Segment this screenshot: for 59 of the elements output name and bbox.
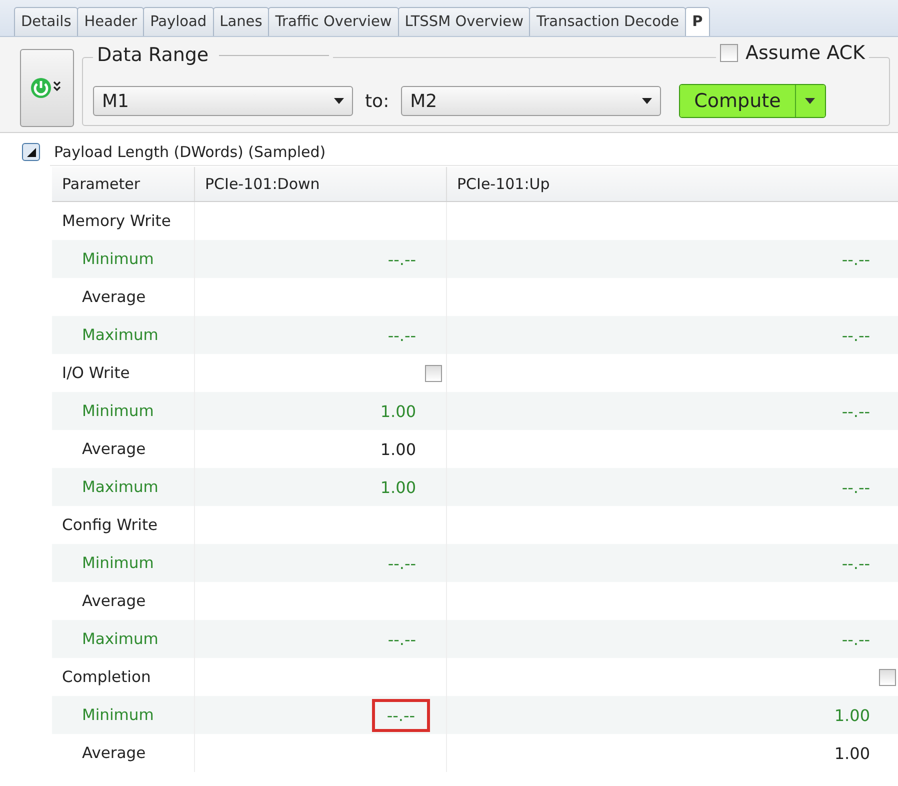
- tab[interactable]: Payload: [143, 7, 214, 36]
- column-header[interactable]: PCIe-101:Down: [194, 167, 446, 201]
- row-label: Average: [81, 440, 147, 458]
- row-label: Minimum: [81, 706, 155, 724]
- row-label: Maximum: [81, 326, 160, 344]
- table-cell: 1.00: [380, 440, 416, 458]
- column-header[interactable]: PCIe-101:Up: [446, 167, 898, 201]
- assume-ack-checkbox[interactable]: [720, 44, 738, 62]
- compute-button[interactable]: Compute: [680, 85, 795, 117]
- table-cell: --.--: [388, 326, 416, 344]
- row-checkbox[interactable]: [425, 364, 442, 382]
- caret-icon: [642, 98, 652, 104]
- table-cell: 1.00: [834, 744, 870, 762]
- tab[interactable]: LTSSM Overview: [398, 7, 530, 36]
- row-label: Maximum: [81, 630, 160, 648]
- table-cell: 1.00: [834, 706, 870, 724]
- row-label: Maximum: [81, 478, 160, 496]
- table-cell: --.--: [842, 554, 870, 572]
- tab[interactable]: Transaction Decode: [529, 7, 686, 36]
- row-label: Minimum: [81, 402, 155, 420]
- row-label: Config Write: [61, 516, 159, 534]
- data-range-label: Data Range: [97, 44, 209, 66]
- row-label: Average: [81, 744, 147, 762]
- power-button[interactable]: [20, 49, 74, 127]
- caret-icon: [805, 98, 816, 104]
- row-label: Average: [81, 288, 147, 306]
- caret-icon: [334, 98, 344, 104]
- tab[interactable]: Details: [14, 7, 78, 36]
- table-cell: --.--: [842, 630, 870, 648]
- row-label: Memory Write: [61, 212, 172, 230]
- table-cell: --.--: [842, 402, 870, 420]
- row-label: Completion: [61, 668, 152, 686]
- table-cell: --.--: [842, 326, 870, 344]
- table-cell: --.--: [372, 698, 430, 732]
- tab[interactable]: Lanes: [212, 7, 270, 36]
- triangle-icon: [26, 148, 36, 156]
- row-label: Minimum: [81, 554, 155, 572]
- assume-ack-label: Assume ACK: [746, 42, 865, 64]
- to-dropdown[interactable]: M2: [401, 86, 662, 116]
- tab[interactable]: Traffic Overview: [268, 7, 399, 36]
- table-cell: --.--: [842, 250, 870, 268]
- compute-menu-button[interactable]: [794, 85, 825, 117]
- row-label: Average: [81, 592, 147, 610]
- collapse-toggle[interactable]: [22, 143, 40, 161]
- row-checkbox[interactable]: [879, 668, 896, 686]
- to-label: to:: [365, 90, 390, 112]
- row-label: I/O Write: [61, 364, 131, 382]
- table-cell: --.--: [388, 630, 416, 648]
- table-cell: 1.00: [380, 478, 416, 496]
- tab[interactable]: Header: [77, 7, 144, 36]
- table-cell: --.--: [388, 554, 416, 572]
- from-dropdown[interactable]: M1: [93, 86, 353, 116]
- section-title: Payload Length (DWords) (Sampled): [50, 138, 898, 166]
- table-cell: --.--: [842, 478, 870, 496]
- table-cell: 1.00: [380, 402, 416, 420]
- tab[interactable]: P: [685, 7, 710, 36]
- row-label: Minimum: [81, 250, 155, 268]
- column-header[interactable]: Parameter: [52, 167, 194, 201]
- table-cell: --.--: [388, 250, 416, 268]
